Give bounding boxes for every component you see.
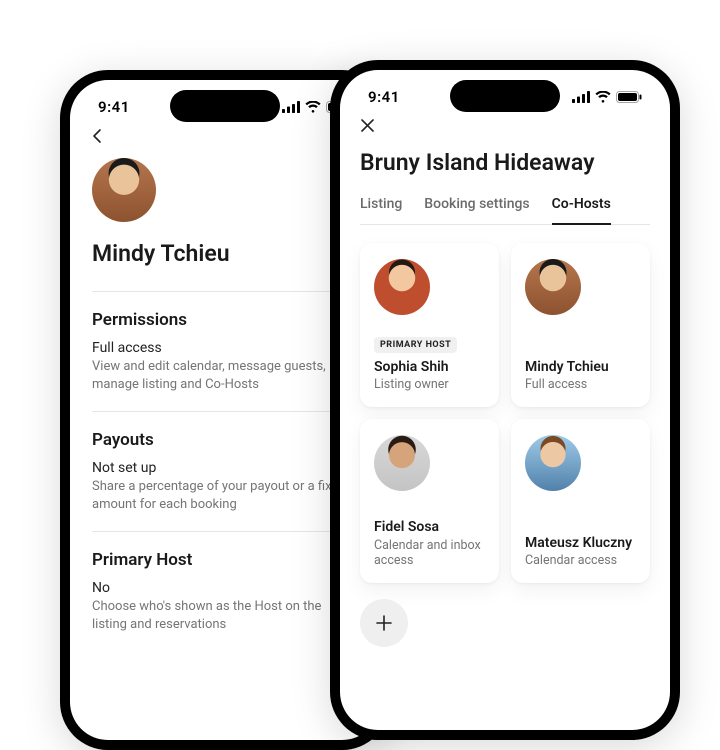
battery-icon — [616, 91, 642, 103]
tab-booking-settings[interactable]: Booking settings — [424, 190, 529, 224]
avatar — [92, 158, 156, 222]
section-desc: Choose who's shown as the Host on the li… — [92, 598, 358, 633]
status-right — [572, 91, 642, 103]
wifi-icon — [595, 91, 611, 103]
plus-icon — [360, 599, 408, 647]
cohost-role: Full access — [525, 377, 636, 393]
close-icon[interactable] — [360, 118, 375, 137]
nav-bar — [340, 108, 670, 141]
section-payouts[interactable]: Payouts Not set up Share a percentage of… — [92, 411, 358, 531]
avatar — [374, 259, 430, 315]
phone-front: 9:41 Bruny Island Hideaway Listing — [330, 60, 680, 740]
section-value: Full access — [92, 340, 358, 356]
section-title: Permissions — [92, 310, 358, 330]
section-title: Primary Host — [92, 550, 358, 570]
cohost-name: Sophia Shih — [374, 359, 485, 376]
notch — [170, 90, 280, 122]
section-desc: View and edit calendar, message guests, … — [92, 358, 358, 393]
cohost-role: Listing owner — [374, 377, 485, 393]
cohost-name: Fidel Sosa — [374, 519, 485, 536]
cohost-card[interactable]: Fidel Sosa Calendar and inbox access — [360, 419, 499, 583]
avatar — [525, 259, 581, 315]
avatar — [525, 435, 581, 491]
cohost-role: Calendar and inbox access — [374, 538, 485, 569]
back-icon[interactable] — [90, 129, 106, 148]
section-value: No — [92, 580, 358, 596]
cohost-grid: PRIMARY HOST Sophia Shih Listing owner M… — [360, 225, 650, 647]
tab-listing[interactable]: Listing — [360, 190, 402, 224]
screen-front: 9:41 Bruny Island Hideaway Listing — [340, 70, 670, 730]
primary-host-badge: PRIMARY HOST — [374, 337, 457, 353]
tab-co-hosts[interactable]: Co-Hosts — [552, 190, 611, 224]
add-cohost-card[interactable] — [360, 595, 499, 647]
page-title: Bruny Island Hideaway — [360, 141, 650, 190]
section-primary-host[interactable]: Primary Host No Choose who's shown as th… — [92, 531, 358, 651]
listing-cohosts: Bruny Island Hideaway Listing Booking se… — [340, 141, 670, 647]
section-title: Payouts — [92, 430, 358, 450]
status-time: 9:41 — [98, 98, 130, 116]
cohost-name: Mindy Tchieu — [525, 359, 636, 376]
cell-signal-icon — [282, 101, 300, 113]
section-desc: Share a percentage of your payout or a f… — [92, 478, 358, 513]
status-time: 9:41 — [368, 88, 400, 106]
profile-name: Mindy Tchieu — [92, 230, 358, 281]
wifi-icon — [305, 101, 321, 113]
avatar — [374, 435, 430, 491]
tabs: Listing Booking settings Co-Hosts — [360, 190, 650, 225]
section-value: Not set up — [92, 460, 358, 476]
cohost-card[interactable]: Mindy Tchieu Full access — [511, 243, 650, 407]
notch — [450, 80, 560, 112]
cohost-card[interactable]: Mateusz Kluczny Calendar access — [511, 419, 650, 583]
section-permissions[interactable]: Permissions Full access View and edit ca… — [92, 291, 358, 411]
cohost-role: Calendar access — [525, 553, 636, 569]
profile-header: Mindy Tchieu — [92, 152, 358, 291]
cohost-name: Mateusz Kluczny — [525, 535, 636, 552]
cell-signal-icon — [572, 91, 590, 103]
cohost-card[interactable]: PRIMARY HOST Sophia Shih Listing owner — [360, 243, 499, 407]
